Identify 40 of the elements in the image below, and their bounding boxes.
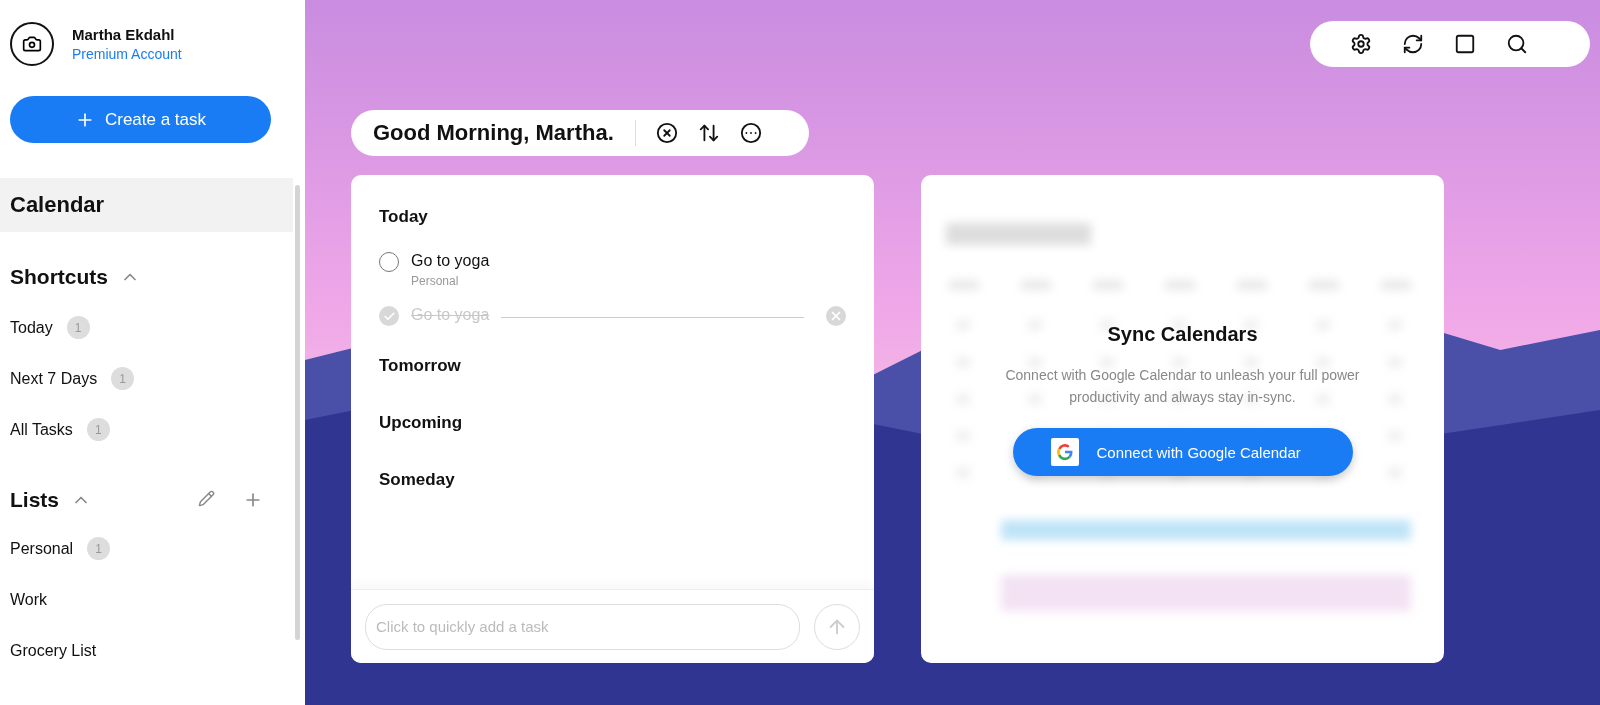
scrollbar[interactable]	[295, 185, 300, 640]
group-title: Today	[379, 207, 428, 227]
sidebar-item[interactable]: Next 7 Days	[10, 369, 98, 388]
connect-google-button[interactable]: Connect with Google Calendar	[1012, 428, 1353, 476]
sidebar-item[interactable]: Personal	[10, 539, 74, 558]
search-icon[interactable]	[1506, 33, 1528, 55]
count-badge: 1	[111, 367, 135, 390]
sort-icon[interactable]	[697, 122, 720, 144]
avatar-camera-icon[interactable]	[10, 22, 54, 66]
task-checkbox[interactable]	[379, 252, 399, 272]
sidebar-item[interactable]: All Tasks	[10, 420, 73, 439]
greeting-text: Good Morning, Martha.	[373, 120, 614, 146]
calendar-item[interactable]: Calendar	[0, 178, 293, 232]
sync-title: Sync Calendars	[1107, 323, 1258, 346]
edit-icon[interactable]	[198, 490, 215, 507]
count-badge: 1	[86, 418, 110, 441]
task-list-label: Personal	[411, 274, 460, 288]
checked-circle[interactable]	[379, 306, 399, 326]
section-title: Lists	[10, 488, 59, 512]
count-badge: 1	[87, 537, 111, 560]
settings-icon[interactable]	[1350, 33, 1372, 55]
sidebar-item[interactable]: Grocery List	[10, 641, 97, 660]
count-badge: 1	[66, 316, 90, 339]
sidebar-item[interactable]: Today	[10, 318, 53, 337]
more-icon[interactable]	[739, 122, 762, 144]
quick-add-field[interactable]: Click to quickly add a task	[365, 603, 800, 650]
task-title: Go to yoga	[411, 252, 490, 270]
section-title: Shortcuts	[10, 265, 108, 289]
sync-description: Connect with Google Calendar to unleash your full power productivity and always stay in-sync.	[1004, 366, 1361, 407]
square-icon[interactable]	[1454, 33, 1476, 55]
account-type: Premium Account	[72, 46, 182, 62]
close-icon[interactable]	[655, 122, 678, 144]
group-title: Tomorrow	[379, 356, 461, 376]
sidebar-item[interactable]: Work	[10, 590, 48, 609]
group-title: Upcoming	[379, 413, 463, 433]
user-name: Martha Ekdahl	[72, 26, 176, 43]
google-logo-icon	[1050, 438, 1079, 466]
refresh-icon[interactable]	[1402, 33, 1424, 55]
group-title: Someday	[379, 470, 455, 490]
create-task-button[interactable]: Create a task	[10, 96, 271, 143]
